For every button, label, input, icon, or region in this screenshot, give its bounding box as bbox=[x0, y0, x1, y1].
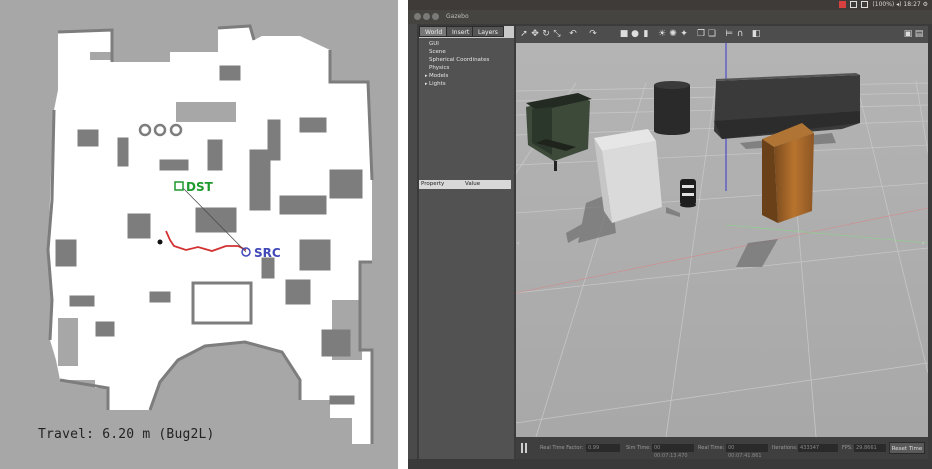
gazebo-window: (100%) ◂) 18:27 ⚙ Gazebo World Insert La… bbox=[408, 0, 932, 469]
tree-item-label: Spherical Coordinates bbox=[429, 57, 490, 63]
sim-time-label: Sim Time: bbox=[626, 445, 651, 451]
change-view-icon[interactable]: ◧ bbox=[751, 29, 761, 39]
tree-item-label: Scene bbox=[429, 49, 446, 55]
spot-light-icon[interactable]: ✦ bbox=[679, 29, 689, 39]
align-icon[interactable]: ⊨ bbox=[724, 29, 734, 39]
iterations-label: Iterations: bbox=[772, 445, 798, 451]
3d-viewport[interactable]: ‹ › bbox=[516, 43, 928, 437]
real-time-factor-label: Real Time Factor: bbox=[540, 445, 584, 451]
travel-caption: Travel: 6.20 m (Bug2L) bbox=[38, 427, 215, 442]
window-title-bar: Gazebo bbox=[408, 10, 932, 24]
property-panel: Property Value bbox=[419, 178, 514, 459]
point-light-icon[interactable]: ✺ bbox=[668, 29, 678, 39]
tree-item-lights[interactable]: ▸ Lights bbox=[425, 80, 446, 88]
cylinder-icon[interactable]: ▮ bbox=[641, 29, 651, 39]
indicator-icon[interactable] bbox=[839, 1, 847, 8]
white-box-model[interactable] bbox=[594, 129, 662, 223]
window-title: Gazebo bbox=[446, 13, 469, 20]
dst-label: DST bbox=[186, 180, 214, 194]
property-header: Property Value bbox=[419, 180, 511, 189]
expand-arrow-icon[interactable]: ▸ bbox=[425, 80, 428, 88]
status-bar: Real Time Factor: 0.99 Sim Time: 00 00:0… bbox=[516, 437, 928, 459]
property-column-header: Property bbox=[421, 181, 445, 187]
window-bottom-strip bbox=[408, 459, 932, 469]
select-arrow-icon[interactable]: ➚ bbox=[519, 29, 529, 39]
sphere-icon[interactable]: ● bbox=[630, 29, 640, 39]
tree-item-label: Physics bbox=[429, 65, 450, 71]
rotate-icon[interactable]: ↻ bbox=[541, 29, 551, 39]
paste-icon[interactable]: ❏ bbox=[707, 29, 717, 39]
scene-render[interactable]: ‹ › bbox=[516, 43, 928, 437]
translate-icon[interactable]: ✥ bbox=[530, 29, 540, 39]
free-space bbox=[48, 26, 372, 444]
tree-item-gui[interactable]: GUI bbox=[429, 40, 439, 48]
tree-item-models[interactable]: ▸ Models bbox=[425, 72, 449, 80]
real-time-factor-value: 0.99 bbox=[586, 444, 620, 452]
tree-item-physics[interactable]: Physics bbox=[429, 64, 449, 72]
network-icon[interactable] bbox=[861, 1, 869, 8]
fps-value: 29.8661 bbox=[854, 444, 886, 452]
system-top-bar: (100%) ◂) 18:27 ⚙ bbox=[408, 0, 932, 10]
wooden-cabinet-model[interactable] bbox=[762, 123, 814, 223]
iterations-value: 433347 bbox=[798, 444, 838, 452]
redo-icon[interactable]: ↷ bbox=[588, 29, 598, 39]
tab-world[interactable]: World bbox=[419, 26, 449, 37]
occupancy-map-panel: DST SRC Travel: 6.20 m (Bug2L) bbox=[0, 0, 398, 469]
maximize-window-icon[interactable] bbox=[432, 13, 439, 20]
tree-item-label: Models bbox=[429, 73, 449, 79]
cylinder-model[interactable] bbox=[654, 81, 690, 135]
turtlebot-model[interactable] bbox=[680, 179, 696, 208]
undo-icon[interactable]: ↶ bbox=[568, 29, 578, 39]
src-label: SRC bbox=[254, 246, 281, 260]
launcher-strip bbox=[408, 24, 417, 469]
value-column-header: Value bbox=[465, 181, 481, 187]
scale-icon[interactable]: ⤡ bbox=[552, 29, 562, 39]
record-icon[interactable]: ▤ bbox=[914, 29, 924, 39]
side-tabs: World Insert Layers bbox=[419, 26, 514, 37]
tree-item-scene[interactable]: Scene bbox=[429, 48, 446, 56]
sun-light-icon[interactable]: ☀ bbox=[657, 29, 667, 39]
toolbar: ➚ ✥ ↻ ⤡ ↶ ↷ ■ ● ▮ ☀ ✺ ✦ ❐ ❏ ⊨ ∩ ◧ ▣ ▤ bbox=[516, 26, 928, 43]
real-time-value: 00 00:07:41.861 bbox=[726, 444, 768, 459]
snap-icon[interactable]: ∩ bbox=[735, 29, 745, 39]
tree-item-label: GUI bbox=[429, 41, 439, 47]
fps-label: FPS: bbox=[842, 445, 853, 451]
minimize-window-icon[interactable] bbox=[423, 13, 430, 20]
screenshot-icon[interactable]: ▣ bbox=[903, 29, 913, 39]
tree-item-spherical-coordinates[interactable]: Spherical Coordinates bbox=[429, 56, 489, 64]
robot-marker bbox=[157, 239, 163, 245]
system-tray: (100%) ◂) 18:27 ⚙ bbox=[839, 0, 928, 10]
side-panel: World Insert Layers GUI Scene Spherical … bbox=[419, 26, 514, 459]
copy-icon[interactable]: ❐ bbox=[696, 29, 706, 39]
reset-time-button[interactable]: Reset Time bbox=[889, 442, 925, 454]
real-time-label: Real Time: bbox=[698, 445, 725, 451]
right-panel-toggle-icon[interactable]: › bbox=[922, 240, 924, 247]
tab-insert[interactable]: Insert bbox=[446, 26, 476, 37]
box-icon[interactable]: ■ bbox=[619, 29, 629, 39]
occupancy-map: DST SRC bbox=[46, 24, 374, 444]
tab-layers[interactable]: Layers bbox=[472, 26, 504, 37]
left-panel-toggle-icon[interactable]: ‹ bbox=[517, 240, 519, 247]
close-window-icon[interactable] bbox=[414, 13, 421, 20]
sim-time-value: 00 00:07:13.470 bbox=[652, 444, 694, 459]
expand-arrow-icon[interactable]: ▸ bbox=[425, 72, 428, 80]
keyboard-icon[interactable] bbox=[850, 1, 858, 8]
world-tree: GUI Scene Spherical Coordinates Physics … bbox=[419, 38, 514, 178]
tray-text[interactable]: (100%) ◂) 18:27 ⚙ bbox=[872, 1, 928, 8]
pause-icon[interactable] bbox=[521, 443, 527, 453]
tree-item-label: Lights bbox=[429, 81, 446, 87]
